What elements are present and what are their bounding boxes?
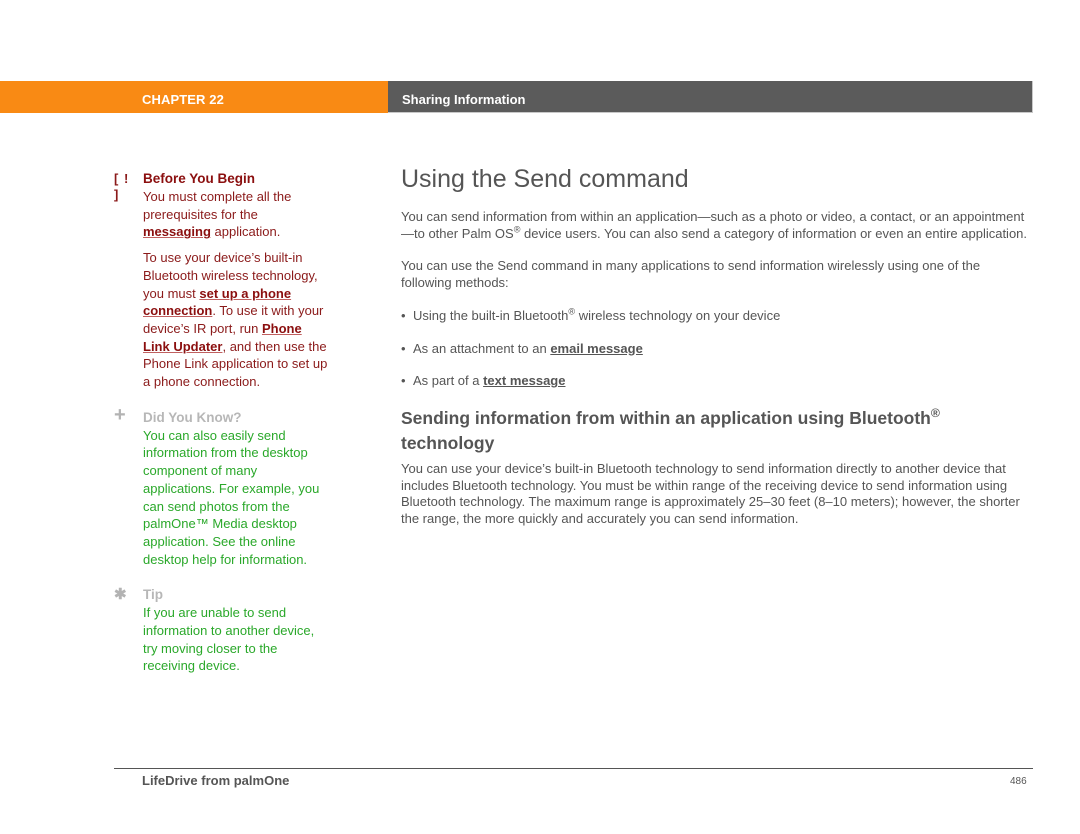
- text: Sending information from within an appli…: [401, 407, 931, 428]
- text: As an attachment to an: [413, 340, 551, 356]
- messaging-link[interactable]: messaging: [143, 224, 211, 239]
- registered-mark: ®: [930, 406, 940, 421]
- bullet-icon: •: [401, 307, 406, 323]
- before-you-begin-note: [ ! ] Before You Begin You must complete…: [114, 170, 329, 391]
- methods-list: • Using the built-in Bluetooth® wireless …: [401, 307, 1033, 390]
- list-item: • As an attachment to an email message: [401, 341, 1033, 358]
- chapter-label: CHAPTER 22: [142, 92, 224, 107]
- page-title: Using the Send command: [401, 165, 689, 193]
- email-message-link[interactable]: email message: [550, 341, 643, 356]
- page-number: 486: [1010, 776, 1027, 787]
- footer-divider: [114, 768, 1033, 769]
- text: As part of a: [413, 373, 484, 389]
- did-you-know-body: You can also easily send information fro…: [143, 427, 320, 567]
- main-content: Using the Send command You can send info…: [401, 163, 1033, 544]
- plus-icon: +: [114, 403, 126, 426]
- bluetooth-subheading: Sending information from within an appli…: [401, 406, 1033, 456]
- did-you-know-title: Did You Know?: [143, 409, 242, 425]
- text: application.: [210, 224, 281, 240]
- before-you-begin-title: Before You Begin: [143, 171, 256, 186]
- bullet-icon: •: [401, 373, 406, 389]
- asterisk-icon: ✱: [114, 586, 127, 604]
- list-item: • As part of a text message: [401, 373, 1033, 390]
- sidebar: [ ! ] Before You Begin You must complete…: [114, 170, 329, 689]
- bluetooth-paragraph: You can use your device’s built-in Bluet…: [401, 460, 1020, 527]
- text: device users. You can also send a catego…: [520, 225, 1028, 241]
- did-you-know-note: + Did You Know? You can also easily send…: [114, 403, 329, 569]
- text: technology: [401, 432, 495, 453]
- bluetooth-setup-text: To use your device’s built-in Bluetooth …: [143, 249, 329, 391]
- text: Using the built-in Bluetooth: [413, 307, 569, 323]
- tip-body: If you are unable to send information to…: [143, 605, 315, 674]
- footer-book-title: LifeDrive from palmOne: [142, 773, 290, 788]
- text: wireless technology on your device: [575, 307, 781, 323]
- list-item: • Using the built-in Bluetooth® wireless …: [401, 307, 1033, 325]
- bullet-icon: •: [401, 340, 406, 356]
- text: You must complete all the prerequisites …: [143, 189, 292, 222]
- intro-paragraph: You can send information from within an …: [401, 209, 1033, 242]
- tip-note: ✱ Tip If you are unable to send informat…: [114, 586, 329, 675]
- text-message-link[interactable]: text message: [483, 373, 565, 388]
- exclamation-bracket-icon: [ ! ]: [114, 171, 130, 202]
- tip-title: Tip: [143, 587, 163, 603]
- methods-intro: You can use the Send command in many app…: [401, 258, 981, 291]
- prerequisites-text: You must complete all the prerequisites …: [143, 188, 329, 241]
- section-label: Sharing Information: [402, 92, 526, 107]
